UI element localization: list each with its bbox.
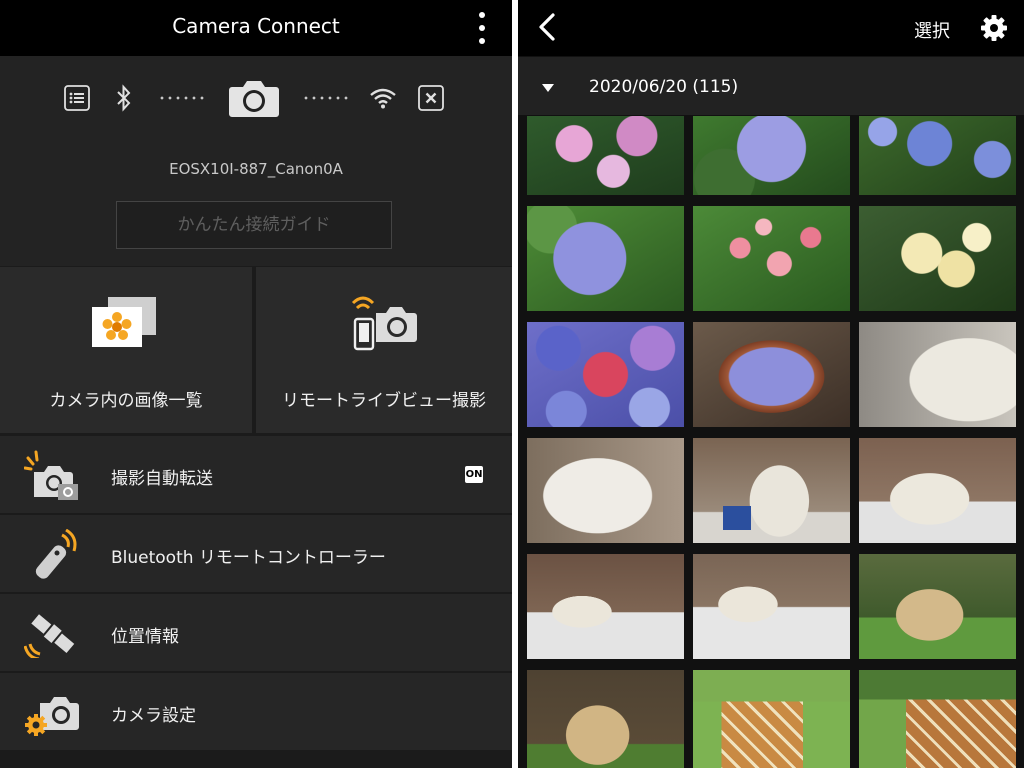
remote-live-view-tile[interactable]: リモートライブビュー撮影 [256,267,512,433]
camera-images-label: カメラ内の画像一覧 [49,391,203,411]
connection-panel: EOSX10I-887_Canon0A かんたん接続ガイド [0,56,512,266]
photo-thumbnail[interactable] [527,438,684,543]
collapse-caret-icon[interactable] [542,84,554,92]
easy-connect-guide-button[interactable]: かんたん接続ガイド [116,201,392,249]
camera-connect-home-screen: Camera Connect EOSX10I-887_Canon0A かんたん接… [0,0,512,768]
photo-thumbnail[interactable] [527,554,684,659]
camera-icon [229,81,279,117]
auto-transfer-row[interactable]: 撮影自動転送 ON [0,436,512,513]
camera-settings-icon [25,697,79,736]
photo-thumbnail[interactable] [859,206,1016,311]
image-list-icon [92,297,156,347]
grass-background [859,670,1016,768]
camera-images-tile[interactable]: カメラ内の画像一覧 [0,267,252,433]
photo-thumbnail[interactable] [693,206,850,311]
remote-live-view-label: リモートライブビュー撮影 [282,391,486,411]
select-button[interactable]: 選択 [914,17,950,43]
camera-settings-row[interactable]: カメラ設定 [0,673,512,750]
photo-thumbnail[interactable] [527,116,684,195]
back-chevron-icon[interactable] [536,12,558,42]
date-group-header[interactable]: 2020/06/20 (115) [518,57,1024,115]
connection-dots-right [302,96,350,100]
image-gallery-screen: 選択 2020/06/20 (115) [518,0,1024,768]
auto-transfer-label: 撮影自動転送 [111,469,213,489]
auto-transfer-status-badge[interactable]: ON [465,466,483,483]
gallery-header: 選択 [518,0,1024,56]
auto-transfer-icon [24,450,78,500]
photo-thumbnail[interactable] [859,322,1016,427]
photo-thumbnail[interactable] [859,554,1016,659]
photo-thumbnail[interactable] [527,322,684,427]
photo-thumbnail[interactable] [693,116,850,195]
photo-thumbnail[interactable] [693,322,850,427]
grass-background [693,670,850,768]
gear-icon[interactable] [980,14,1008,42]
remote-shoot-icon [351,296,417,351]
photo-thumbnail[interactable] [859,670,1016,768]
app-title: Camera Connect [172,14,340,38]
app-header: Camera Connect [0,0,512,56]
satellite-icon [24,614,75,658]
date-group-label: 2020/06/20 (115) [589,77,739,97]
menu-bottom-spacer [0,750,512,768]
camera-name: EOSX10I-887_Canon0A [169,160,343,178]
bluetooth-remote-icon [35,529,77,579]
photo-thumbnail[interactable] [527,206,684,311]
bluetooth-remote-label: Bluetooth リモートコントローラー [111,548,386,568]
photo-thumbnail[interactable] [693,670,850,768]
bluetooth-remote-row[interactable]: Bluetooth リモートコントローラー [0,515,512,592]
photo-thumbnail[interactable] [859,116,1016,195]
blue-bucket [723,506,751,530]
connection-dots-left [158,96,206,100]
location-info-label: 位置情報 [111,627,179,647]
list-icon[interactable] [64,85,90,111]
bluetooth-icon [117,84,131,112]
wifi-icon [370,88,396,109]
disconnect-icon[interactable] [418,85,444,111]
photo-thumbnail[interactable] [527,670,684,768]
photo-thumbnail[interactable] [693,438,850,543]
location-info-row[interactable]: 位置情報 [0,594,512,671]
photo-thumbnail[interactable] [693,554,850,659]
photo-thumbnail[interactable] [859,438,1016,543]
more-menu-icon[interactable] [472,10,492,46]
camera-settings-label: カメラ設定 [111,706,196,726]
